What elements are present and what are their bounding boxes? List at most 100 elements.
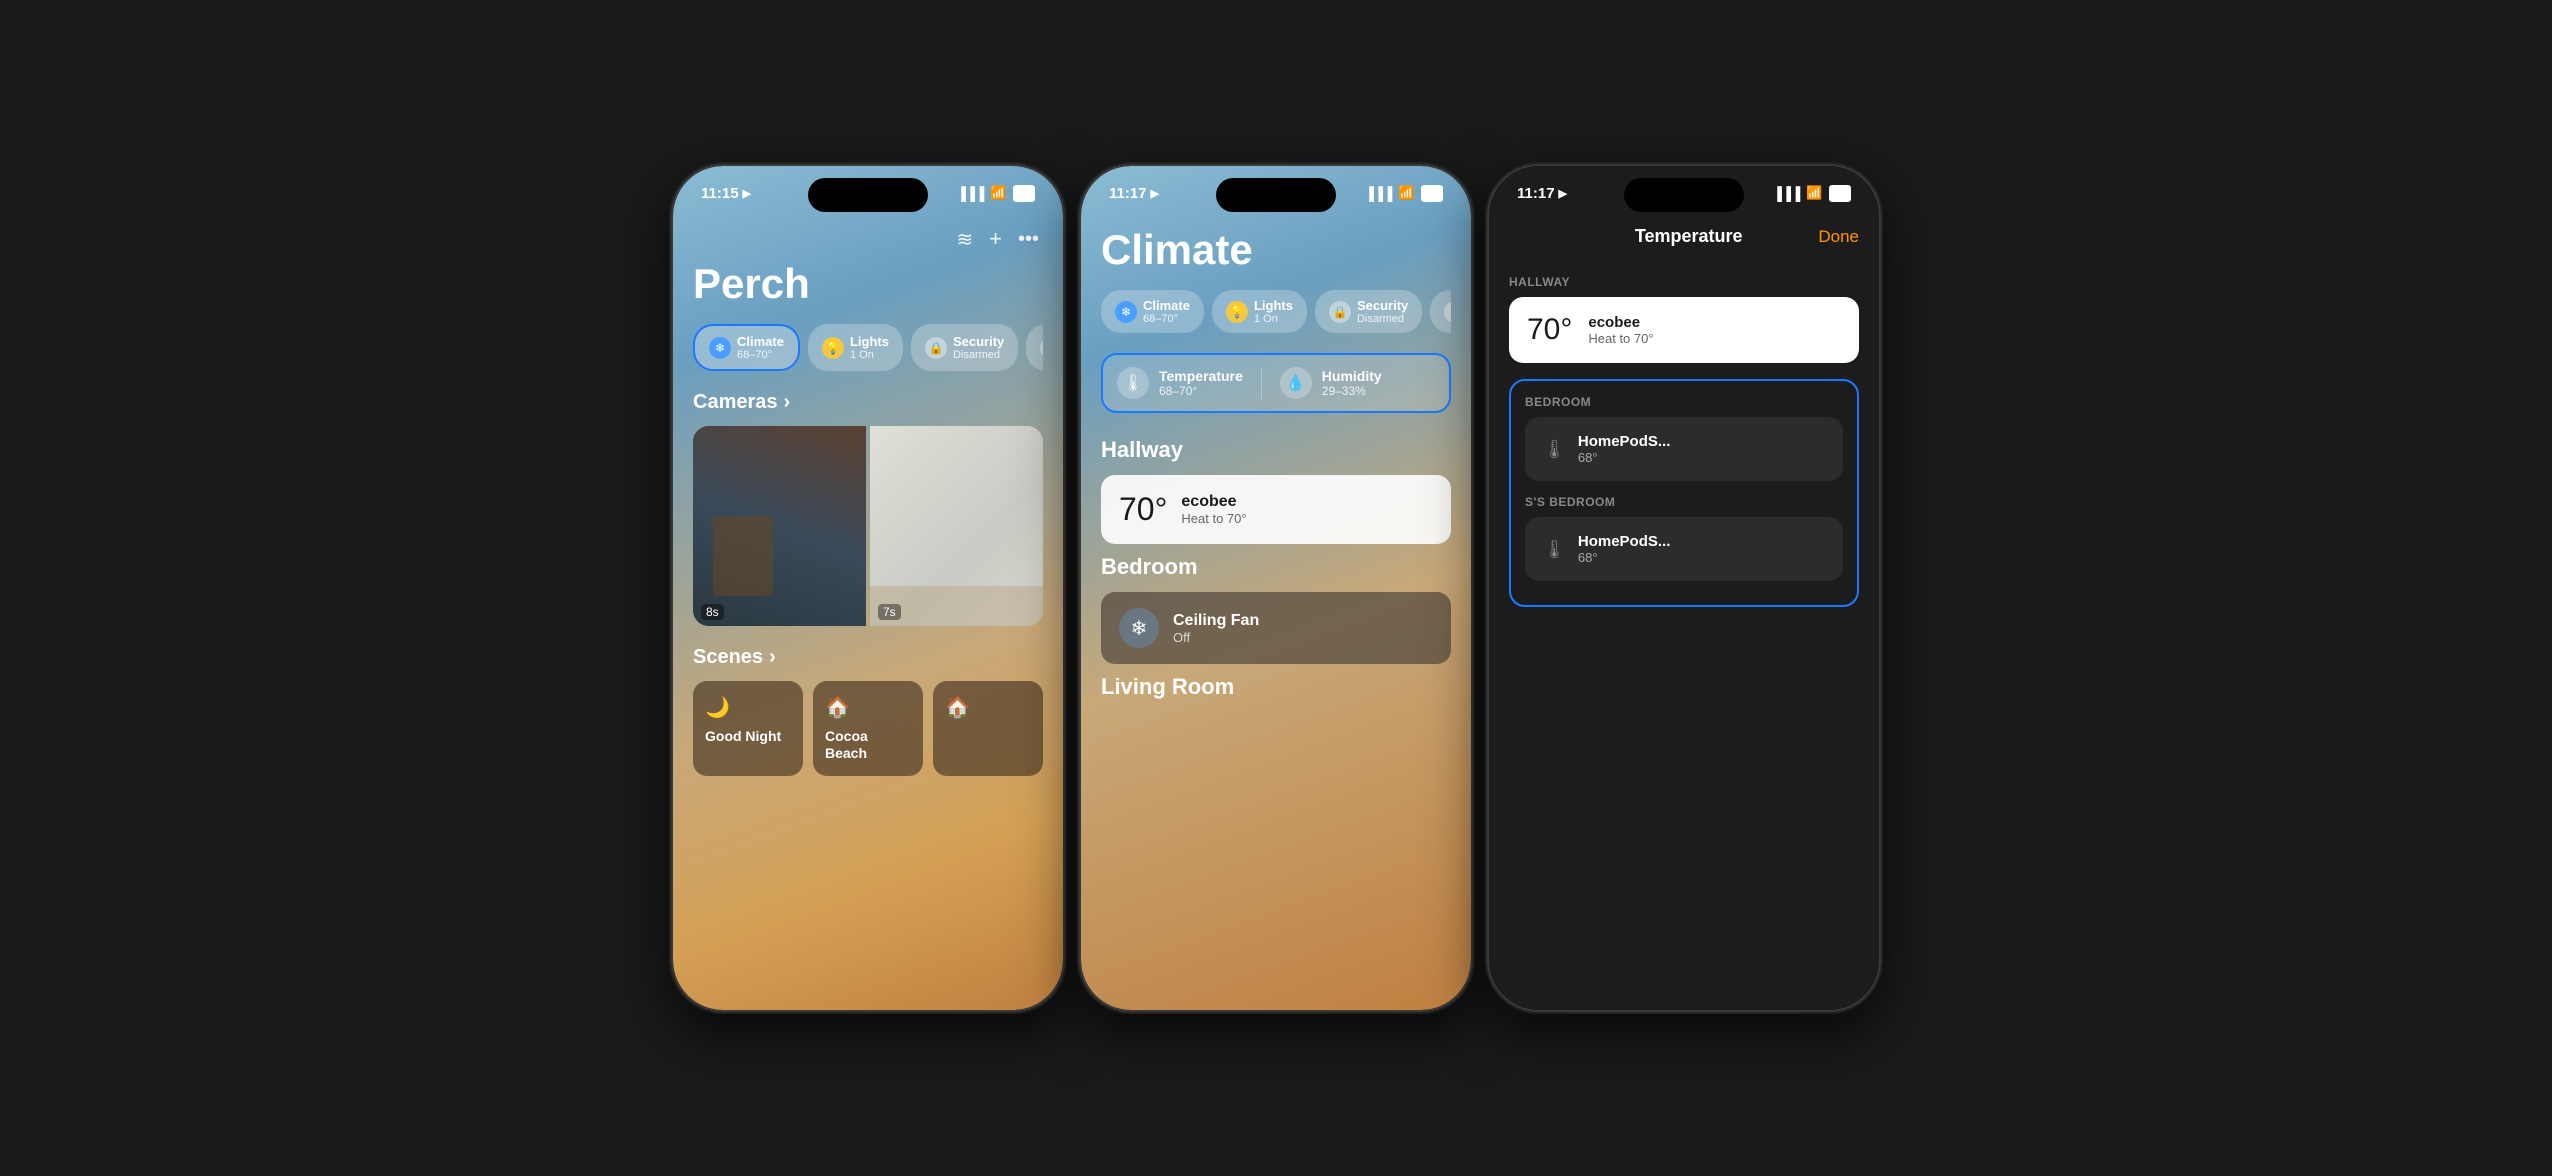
status-time-2: 11:17 ▶ (1109, 185, 1159, 202)
scene-3-icon: 🏠 (945, 695, 1031, 720)
humidity-item: 💧 Humidity 29–33% (1280, 367, 1382, 399)
cameras-header-1: Cameras › (693, 391, 1043, 414)
wifi-icon-1: 📶 (990, 185, 1006, 201)
tab-more-2[interactable]: ⊞ 8 (1430, 290, 1451, 333)
tab-climate-1[interactable]: ❄ Climate 68–70° (693, 324, 800, 371)
bedroom-device-card[interactable]: 🌡 HomePodS... 68° (1525, 417, 1843, 481)
waveform-icon[interactable]: ≋ (956, 227, 973, 252)
dynamic-island-1 (808, 178, 928, 212)
scene-good-night-icon: 🌙 (705, 695, 791, 720)
phone-1: 11:15 ▶ ▐▐▐ 📶 77 ≋ + ••• Perch ❄ (673, 166, 1063, 1010)
temperature-nav: Temperature Done (1509, 226, 1859, 247)
hallway-device-card[interactable]: 70° ecobee Heat to 70° (1509, 297, 1859, 363)
ceiling-fan-card[interactable]: ❄ Ceiling Fan Off (1101, 592, 1451, 664)
done-button[interactable]: Done (1818, 227, 1859, 247)
tab-lights-2[interactable]: 💡 Lights 1 On (1212, 290, 1307, 333)
camera-1[interactable]: 8s (693, 426, 866, 626)
cameras-arrow-1: › (784, 391, 791, 414)
hallway-section-label: HALLWAY (1509, 275, 1859, 289)
phone-1-content: ≋ + ••• Perch ❄ Climate 68–70° 💡 Light (673, 226, 1063, 1010)
tab-security-2[interactable]: 🔒 Security Disarmed (1315, 290, 1422, 333)
tab-lights-sub-1: 1 On (850, 349, 889, 361)
status-time-1: 11:15 ▶ (701, 185, 751, 202)
status-icons-3: ▐▐▐ 📶 77 (1773, 185, 1851, 202)
category-tabs-1: ❄ Climate 68–70° 💡 Lights 1 On 🔒 (693, 324, 1043, 371)
scenes-header-1: Scenes › (693, 646, 1043, 669)
hallway-title: Hallway (1101, 437, 1451, 463)
living-room-title: Living Room (1101, 674, 1451, 700)
temperature-icon: 🌡 (1117, 367, 1149, 399)
hallway-device-name: ecobee (1588, 314, 1653, 331)
s-bedroom-device-name: HomePodS... (1578, 533, 1671, 550)
tab-more-1[interactable]: ⊞ 8 (1026, 324, 1043, 371)
phone-3-screen: 11:17 ▶ ▐▐▐ 📶 77 Temperature Done HALLWA… (1489, 166, 1879, 1010)
tab-lights-name-1: Lights (850, 334, 889, 349)
tab-security-sub-1: Disarmed (953, 349, 1004, 361)
camera-1-timer: 8s (701, 604, 724, 620)
temperature-title: Temperature (1635, 226, 1743, 247)
climate-icon-2: ❄ (1115, 301, 1137, 323)
tab-security-name-1: Security (953, 334, 1004, 349)
tab-lights-1[interactable]: 💡 Lights 1 On (808, 324, 903, 371)
scenes-grid-1: 🌙 Good Night 🏠 Cocoa Beach 🏠 (693, 681, 1043, 776)
scene-cocoa-beach-icon: 🏠 (825, 695, 911, 720)
toolbar-1: ≋ + ••• (693, 226, 1043, 252)
signal-icon-3: ▐▐▐ (1773, 186, 1801, 201)
location-icon-2: ▶ (1151, 187, 1159, 200)
ecobee-temp: 70° (1119, 491, 1167, 528)
temperature-label: Temperature (1159, 368, 1243, 384)
status-time-3: 11:17 ▶ (1517, 185, 1567, 202)
scene-cocoa-beach-label: Cocoa Beach (825, 728, 911, 762)
s-bedroom-section-label: S'S BEDROOM (1525, 495, 1843, 509)
wifi-icon-3: 📶 (1806, 185, 1822, 201)
tab-climate-2[interactable]: ❄ Climate 68–70° (1101, 290, 1204, 333)
status-icons-2: ▐▐▐ 📶 77 (1365, 185, 1443, 202)
s-bedroom-device-card[interactable]: 🌡 HomePodS... 68° (1525, 517, 1843, 581)
cameras-grid-1: 8s 7s 7s (693, 426, 1043, 626)
scene-good-night-label: Good Night (705, 728, 791, 745)
bedroom-thermo-icon: 🌡 (1543, 439, 1566, 460)
location-icon-3: ▶ (1559, 187, 1567, 200)
scene-cocoa-beach[interactable]: 🏠 Cocoa Beach (813, 681, 923, 776)
camera-2[interactable]: 7s (870, 426, 1043, 626)
hallway-temp: 70° (1527, 313, 1572, 347)
phone-2-content: Climate ❄ Climate 68–70° 💡 Lights 1 On (1081, 226, 1471, 1010)
status-icons-1: ▐▐▐ 📶 77 (957, 185, 1035, 202)
phone-3-content: Temperature Done HALLWAY 70° ecobee Heat… (1489, 226, 1879, 1010)
phone-3: 11:17 ▶ ▐▐▐ 📶 77 Temperature Done HALLWA… (1489, 166, 1879, 1010)
scene-good-night[interactable]: 🌙 Good Night (693, 681, 803, 776)
camera-2-timer: 7s (878, 604, 901, 620)
tab-security-1[interactable]: 🔒 Security Disarmed (911, 324, 1018, 371)
humidity-label: Humidity (1322, 368, 1382, 384)
phone-2: 11:17 ▶ ▐▐▐ 📶 77 Climate ❄ Climate 68–70… (1081, 166, 1471, 1010)
tab-climate-name-1: Climate (737, 334, 784, 349)
temperature-item: 🌡 Temperature 68–70° (1117, 367, 1243, 399)
temp-humidity-row[interactable]: 🌡 Temperature 68–70° 💧 Humidity 29–33% (1101, 353, 1451, 413)
climate-icon-1: ❄ (709, 337, 731, 359)
temperature-value: 68–70° (1159, 384, 1243, 398)
scene-3[interactable]: 🏠 (933, 681, 1043, 776)
category-tabs-2: ❄ Climate 68–70° 💡 Lights 1 On 🔒 (1101, 290, 1451, 333)
add-icon[interactable]: + (989, 226, 1002, 252)
more-icon[interactable]: ••• (1018, 228, 1039, 251)
phone-2-screen: 11:17 ▶ ▐▐▐ 📶 77 Climate ❄ Climate 68–70… (1081, 166, 1471, 1010)
security-icon-1: 🔒 (925, 337, 947, 359)
tab-climate-sub-1: 68–70° (737, 349, 784, 361)
ecobee-card[interactable]: 70° ecobee Heat to 70° (1101, 475, 1451, 544)
dynamic-island-2 (1216, 178, 1336, 212)
signal-icon-1: ▐▐▐ (957, 186, 985, 201)
bedroom-device-name: HomePodS... (1578, 433, 1671, 450)
wifi-icon-2: 📶 (1398, 185, 1414, 201)
battery-3: 77 (1829, 185, 1851, 202)
camera-feed-2 (870, 426, 1043, 626)
dynamic-island-3 (1624, 178, 1744, 212)
humidity-icon: 💧 (1280, 367, 1312, 399)
ceiling-fan-sub: Off (1173, 630, 1259, 645)
s-bedroom-thermo-icon: 🌡 (1543, 539, 1566, 560)
location-icon-1: ▶ (743, 187, 751, 200)
more-tab-icon-1: ⊞ (1040, 337, 1043, 359)
battery-2: 77 (1421, 185, 1443, 202)
ceiling-fan-name: Ceiling Fan (1173, 612, 1259, 630)
s-bedroom-device-sub: 68° (1578, 550, 1671, 565)
lights-icon-1: 💡 (822, 337, 844, 359)
